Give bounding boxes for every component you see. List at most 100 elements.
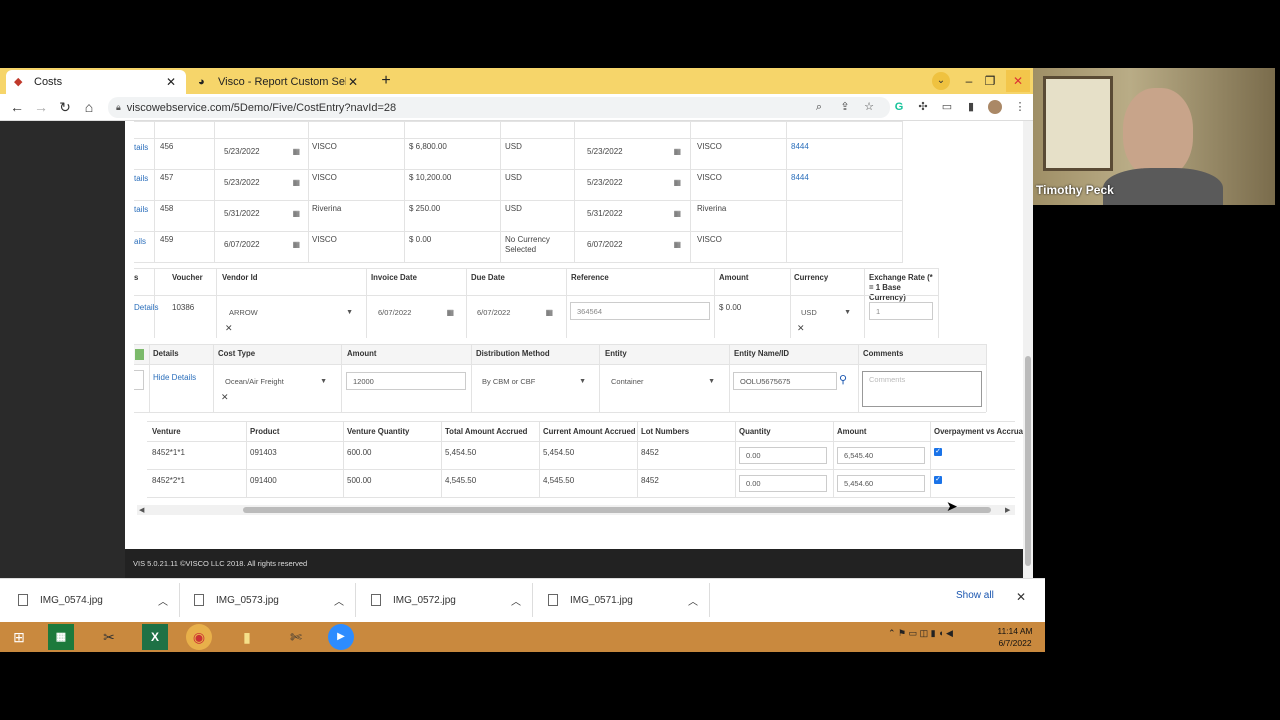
details-link[interactable]: tails xyxy=(134,143,148,152)
side-panel-icon[interactable]: ▮ xyxy=(964,100,978,114)
chevron-up-icon[interactable]: ︿ xyxy=(511,593,521,608)
minimize-icon[interactable]: – xyxy=(958,70,980,92)
extensions-icon[interactable]: ✣ xyxy=(916,100,930,114)
chrome-app-icon[interactable]: ◉ xyxy=(186,624,212,650)
url-bar[interactable]: 🔒︎ viscowebservice.com/5Demo/Five/CostEn… xyxy=(108,97,890,118)
overpayment-checkbox[interactable]: ✓ xyxy=(934,476,942,484)
row-selector[interactable] xyxy=(134,370,144,390)
page-footer: VIS 5.0.21.11 ©VISCO LLC 2018. All right… xyxy=(125,549,1023,578)
details-link[interactable]: tails xyxy=(134,174,148,183)
file-explorer-icon[interactable]: ▮ xyxy=(234,624,260,650)
download-item[interactable]: IMG_0573.jpg ︿ xyxy=(194,588,344,612)
calendar-icon[interactable]: ▦ xyxy=(673,178,681,187)
cast-icon[interactable]: ▭ xyxy=(940,100,954,114)
zoom-icon[interactable]: ⌕ xyxy=(812,100,826,114)
currency-select[interactable]: USD ▼ xyxy=(795,303,857,321)
download-item[interactable]: IMG_0574.jpg ︿ xyxy=(18,588,168,612)
cost-type-select[interactable]: Ocean/Air Freight ▼ xyxy=(219,372,333,390)
due-date-field[interactable]: 5/23/2022 ▦ xyxy=(587,178,681,187)
hide-details-link[interactable]: Hide Details xyxy=(153,373,196,382)
chevron-up-icon[interactable]: ︿ xyxy=(158,593,168,608)
expand-toggle-icon[interactable] xyxy=(135,349,144,360)
due-date-field[interactable]: 5/31/2022 ▦ xyxy=(587,209,681,218)
scrollbar-thumb[interactable] xyxy=(243,507,991,513)
vertical-scrollbar[interactable] xyxy=(1023,121,1033,578)
close-tab-icon[interactable]: ✕ xyxy=(346,75,360,89)
reference-input[interactable]: 364564 xyxy=(570,302,710,320)
restore-icon[interactable]: ❐ xyxy=(979,70,1001,92)
horizontal-scrollbar[interactable]: ◀ ▶ xyxy=(137,505,1015,515)
details-link[interactable]: Details xyxy=(134,303,158,312)
bookmark-star-icon[interactable]: ☆ xyxy=(862,100,876,114)
quantity-input[interactable]: 0.00 xyxy=(739,475,827,492)
profile-avatar[interactable] xyxy=(988,100,1002,114)
share-icon[interactable]: ⇪ xyxy=(838,100,852,114)
zoom-app-icon[interactable]: ▶ xyxy=(328,624,354,650)
scroll-left-icon[interactable]: ◀ xyxy=(139,506,144,514)
calendar-icon[interactable]: ▦ xyxy=(673,240,681,249)
calendar-icon[interactable]: ▦ xyxy=(545,308,553,317)
taskbar-clock[interactable]: 11:14 AM 6/7/2022 xyxy=(986,625,1044,649)
close-downloads-icon[interactable]: ✕ xyxy=(1016,590,1026,604)
due-date-field[interactable]: 5/23/2022 ▦ xyxy=(587,147,681,156)
scroll-right-icon[interactable]: ▶ xyxy=(1005,506,1010,514)
clear-cost-type-icon[interactable]: ✕ xyxy=(221,392,229,403)
home-icon[interactable]: ⌂ xyxy=(80,98,98,116)
quantity-input[interactable]: 0.00 xyxy=(739,447,827,464)
details-link[interactable]: tails xyxy=(134,205,148,214)
tab-costs[interactable]: ◆ Costs ✕ xyxy=(6,70,186,94)
chevron-up-icon[interactable]: ︿ xyxy=(334,593,344,608)
entity-name-input[interactable]: OOLU5675675 xyxy=(733,372,837,390)
exchange-rate-input[interactable]: 1 xyxy=(869,302,933,320)
overpayment-checkbox[interactable]: ✓ xyxy=(934,448,942,456)
close-tab-icon[interactable]: ✕ xyxy=(164,75,178,89)
sheets-app-icon[interactable]: ▦ xyxy=(48,624,74,650)
calendar-icon[interactable]: ▦ xyxy=(292,147,300,156)
calendar-icon[interactable]: ▦ xyxy=(292,209,300,218)
download-item[interactable]: IMG_0571.jpg ︿ xyxy=(548,588,698,612)
reload-icon[interactable]: ↻ xyxy=(56,98,74,116)
reference-cell[interactable]: 8444 xyxy=(791,142,809,151)
clear-currency-icon[interactable]: ✕ xyxy=(797,323,805,334)
comments-textarea[interactable]: Comments xyxy=(862,371,982,407)
windows-start-icon[interactable]: ⊞ xyxy=(6,624,32,650)
invoice-date-field[interactable]: 6/07/2022 ▦ xyxy=(224,240,300,249)
details-link[interactable]: ails xyxy=(134,237,146,246)
new-tab-button[interactable]: + xyxy=(376,71,396,91)
cost-amount-input[interactable]: 12000 xyxy=(346,372,466,390)
grammarly-icon[interactable]: G xyxy=(892,100,906,114)
scrollbar-thumb[interactable] xyxy=(1025,356,1031,566)
invoice-date-field[interactable]: 5/31/2022 ▦ xyxy=(224,209,300,218)
excel-app-icon[interactable]: X xyxy=(142,624,168,650)
snipping-tool-icon[interactable]: ✄ xyxy=(283,624,309,650)
clear-vendor-icon[interactable]: ✕ xyxy=(225,323,233,334)
invoice-date-field[interactable]: 5/23/2022 ▦ xyxy=(224,147,300,156)
search-icon[interactable]: ⚲ xyxy=(839,373,847,386)
back-icon[interactable]: ← xyxy=(8,98,26,116)
tab-visco-report[interactable]: ◕ Visco - Report Custom Select Pa ✕ xyxy=(190,70,368,94)
calendar-icon[interactable]: ▦ xyxy=(292,178,300,187)
tab-search-icon[interactable]: ⌄ xyxy=(932,72,950,90)
due-date-field[interactable]: 6/07/2022 ▦ xyxy=(471,303,559,321)
forward-icon[interactable]: → xyxy=(32,98,50,116)
window-close-icon[interactable]: ✕ xyxy=(1006,70,1030,92)
system-tray-icons[interactable]: ⌃ ⚑ ▭ ◫ ▮ ◖ ◀︎ xyxy=(888,628,953,639)
calendar-icon[interactable]: ▦ xyxy=(292,240,300,249)
show-all-button[interactable]: Show all xyxy=(956,590,994,601)
kebab-menu-icon[interactable]: ⋮ xyxy=(1013,100,1027,114)
download-item[interactable]: IMG_0572.jpg ︿ xyxy=(371,588,521,612)
invoice-date-field[interactable]: 5/23/2022 ▦ xyxy=(224,178,300,187)
reference-cell[interactable]: 8444 xyxy=(791,173,809,182)
vendor-select[interactable]: ARROW ▼ xyxy=(223,303,359,321)
distribution-select[interactable]: By CBM or CBF ▼ xyxy=(476,372,592,390)
amount-input[interactable]: 6,545.40 xyxy=(837,447,925,464)
due-date-field[interactable]: 6/07/2022 ▦ xyxy=(587,240,681,249)
entity-select[interactable]: Container ▼ xyxy=(605,372,721,390)
amount-input[interactable]: 5,454.60 xyxy=(837,475,925,492)
invoice-date-field[interactable]: 6/07/2022 ▦ xyxy=(372,303,460,321)
calendar-icon[interactable]: ▦ xyxy=(673,147,681,156)
calendar-icon[interactable]: ▦ xyxy=(446,308,454,317)
tools-app-icon[interactable]: ✂ xyxy=(96,624,122,650)
chevron-up-icon[interactable]: ︿ xyxy=(688,593,698,608)
calendar-icon[interactable]: ▦ xyxy=(673,209,681,218)
